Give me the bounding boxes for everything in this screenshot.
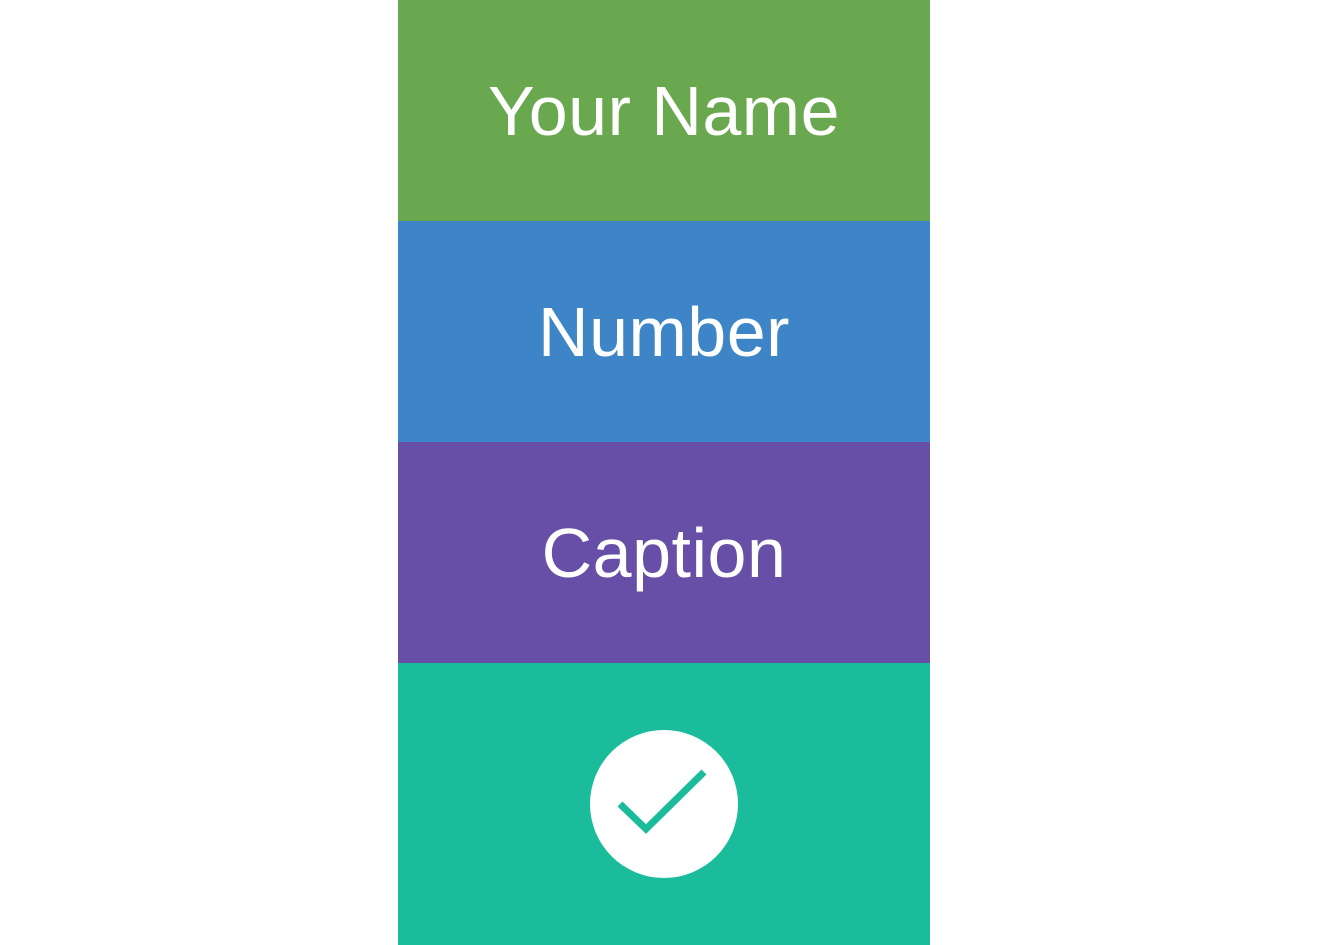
number-field[interactable]: Number <box>398 221 930 442</box>
caption-field[interactable]: Caption <box>398 442 930 663</box>
confirm-panel <box>398 663 930 945</box>
confirm-button[interactable] <box>590 730 738 878</box>
name-field[interactable]: Your Name <box>398 0 930 221</box>
number-field-label: Number <box>538 292 790 371</box>
entry-form: Your Name Number Caption <box>398 0 930 945</box>
name-field-label: Your Name <box>487 71 841 150</box>
checkmark-icon <box>617 769 707 834</box>
caption-field-label: Caption <box>541 513 787 592</box>
